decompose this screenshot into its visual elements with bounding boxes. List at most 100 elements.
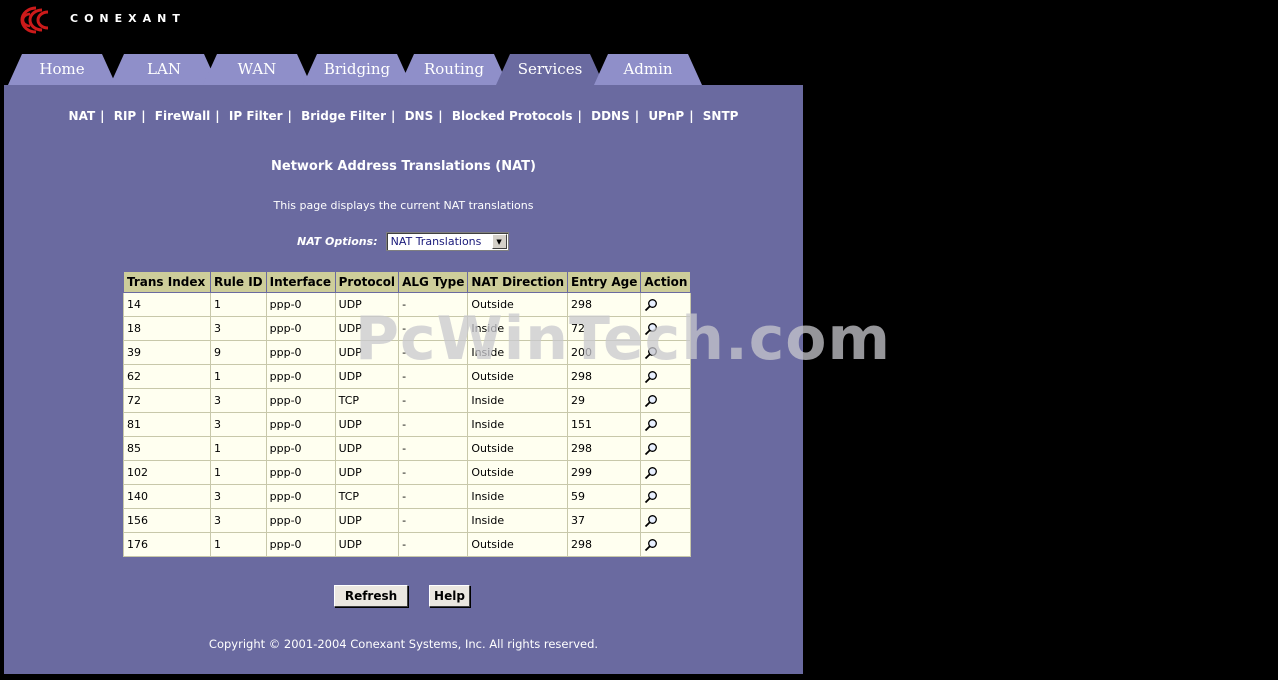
tab-home[interactable]: Home (8, 54, 116, 85)
subnav-upnp[interactable]: UPnP (648, 109, 684, 123)
cell-interface: ppp-0 (265, 340, 336, 365)
cell-nat-direction: Outside (467, 460, 568, 485)
chevron-down-icon[interactable]: ▼ (491, 234, 507, 249)
cell-protocol: TCP (334, 388, 400, 413)
help-button[interactable]: Help (429, 585, 470, 607)
magnifier-icon[interactable] (644, 538, 658, 552)
conexant-swirl-icon (20, 6, 49, 34)
cell-trans-index: 85 (123, 436, 211, 461)
cell-action (640, 508, 692, 533)
nat-options-select[interactable]: NAT Translations ▼ (385, 232, 509, 251)
cell-rule-id: 1 (210, 292, 267, 317)
col-nat-direction: NAT Direction (467, 271, 568, 293)
cell-trans-index: 14 (123, 292, 211, 317)
tab-lan[interactable]: LAN (110, 54, 218, 85)
cell-protocol: UDP (334, 532, 400, 557)
cell-action (640, 532, 692, 557)
cell-trans-index: 102 (123, 460, 211, 485)
subnav-rip[interactable]: RIP (114, 109, 137, 123)
tab-bridging[interactable]: Bridging (303, 54, 411, 85)
magnifier-icon[interactable] (644, 322, 658, 336)
cell-entry-age: 298 (566, 532, 642, 557)
cell-interface: ppp-0 (265, 412, 336, 437)
page-title: Network Address Translations (NAT) (271, 159, 536, 174)
subnav-firewall[interactable]: FireWall (155, 109, 211, 123)
cell-nat-direction: Outside (467, 532, 568, 557)
cell-rule-id: 1 (210, 364, 267, 389)
brand-name: CONEXANT (70, 11, 186, 25)
main-tabs: Home LAN WAN Bridging Routing Services A… (0, 54, 803, 85)
magnifier-icon[interactable] (644, 418, 658, 432)
cell-alg-type: - (398, 340, 469, 365)
copyright-footer: Copyright © 2001-2004 Conexant Systems, … (208, 637, 599, 651)
col-action: Action (640, 271, 692, 293)
cell-alg-type: - (398, 292, 469, 317)
cell-rule-id: 3 (210, 484, 267, 509)
tab-routing[interactable]: Routing (400, 54, 508, 85)
cell-interface: ppp-0 (265, 508, 336, 533)
nat-options-value: NAT Translations (390, 235, 482, 248)
refresh-button[interactable]: Refresh (334, 585, 408, 607)
cell-rule-id: 3 (210, 316, 267, 341)
magnifier-icon[interactable] (644, 298, 658, 312)
cell-trans-index: 62 (123, 364, 211, 389)
services-subnav: NAT | RIP | FireWall | IP Filter | Bridge Fi… (68, 109, 739, 123)
table-row: 85 1 ppp-0 UDP - Outside 298 (123, 436, 692, 461)
content-panel: NAT | RIP | FireWall | IP Filter | Bridge Fi… (4, 85, 803, 674)
cell-rule-id: 3 (210, 388, 267, 413)
cell-trans-index: 140 (123, 484, 211, 509)
col-alg-type: ALG Type (398, 271, 469, 293)
tab-admin[interactable]: Admin (594, 54, 702, 85)
table-row: 39 9 ppp-0 UDP - Inside 200 (123, 340, 692, 365)
magnifier-icon[interactable] (644, 490, 658, 504)
cell-action (640, 340, 692, 365)
cell-entry-age: 298 (566, 436, 642, 461)
cell-action (640, 484, 692, 509)
col-entry-age: Entry Age (566, 271, 642, 293)
table-body: 14 1 ppp-0 UDP - Outside 298 18 3 ppp-0 UDP - Inside… (123, 292, 692, 557)
subnav-sntp[interactable]: SNTP (703, 109, 739, 123)
cell-entry-age: 298 (566, 364, 642, 389)
cell-nat-direction: Inside (467, 412, 568, 437)
col-rule-id: Rule ID (210, 271, 267, 293)
magnifier-icon[interactable] (644, 394, 658, 408)
cell-interface: ppp-0 (265, 460, 336, 485)
magnifier-icon[interactable] (644, 442, 658, 456)
magnifier-icon[interactable] (644, 466, 658, 480)
subnav-ddns[interactable]: DDNS (591, 109, 630, 123)
magnifier-icon[interactable] (644, 346, 658, 360)
cell-rule-id: 1 (210, 436, 267, 461)
table-row: 81 3 ppp-0 UDP - Inside 151 (123, 412, 692, 437)
table-row: 14 1 ppp-0 UDP - Outside 298 (123, 292, 692, 317)
tab-services[interactable]: Services (496, 54, 604, 85)
cell-alg-type: - (398, 508, 469, 533)
subnav-blocked-protocols[interactable]: Blocked Protocols (452, 109, 573, 123)
cell-alg-type: - (398, 316, 469, 341)
subnav-dns[interactable]: DNS (405, 109, 434, 123)
magnifier-icon[interactable] (644, 514, 658, 528)
cell-trans-index: 156 (123, 508, 211, 533)
cell-nat-direction: Outside (467, 292, 568, 317)
subnav-ip-filter[interactable]: IP Filter (229, 109, 283, 123)
subnav-nat[interactable]: NAT (69, 109, 96, 123)
conexant-logo: CONEXANT (6, 4, 186, 36)
col-trans-index: Trans Index (123, 271, 211, 293)
cell-trans-index: 176 (123, 532, 211, 557)
tab-wan[interactable]: WAN (203, 54, 311, 85)
cell-trans-index: 81 (123, 412, 211, 437)
cell-nat-direction: Inside (467, 316, 568, 341)
table-row: 102 1 ppp-0 UDP - Outside 299 (123, 460, 692, 485)
nat-options-row: NAT Options: NAT Translations ▼ (297, 232, 509, 251)
cell-alg-type: - (398, 388, 469, 413)
cell-alg-type: - (398, 532, 469, 557)
cell-interface: ppp-0 (265, 292, 336, 317)
cell-action (640, 460, 692, 485)
cell-rule-id: 3 (210, 508, 267, 533)
col-protocol: Protocol (334, 271, 400, 293)
cell-entry-age: 29 (566, 388, 642, 413)
subnav-bridge-filter[interactable]: Bridge Filter (301, 109, 386, 123)
col-interface: Interface (265, 271, 336, 293)
magnifier-icon[interactable] (644, 370, 658, 384)
nat-options-label: NAT Options: (297, 235, 378, 248)
cell-entry-age: 298 (566, 292, 642, 317)
